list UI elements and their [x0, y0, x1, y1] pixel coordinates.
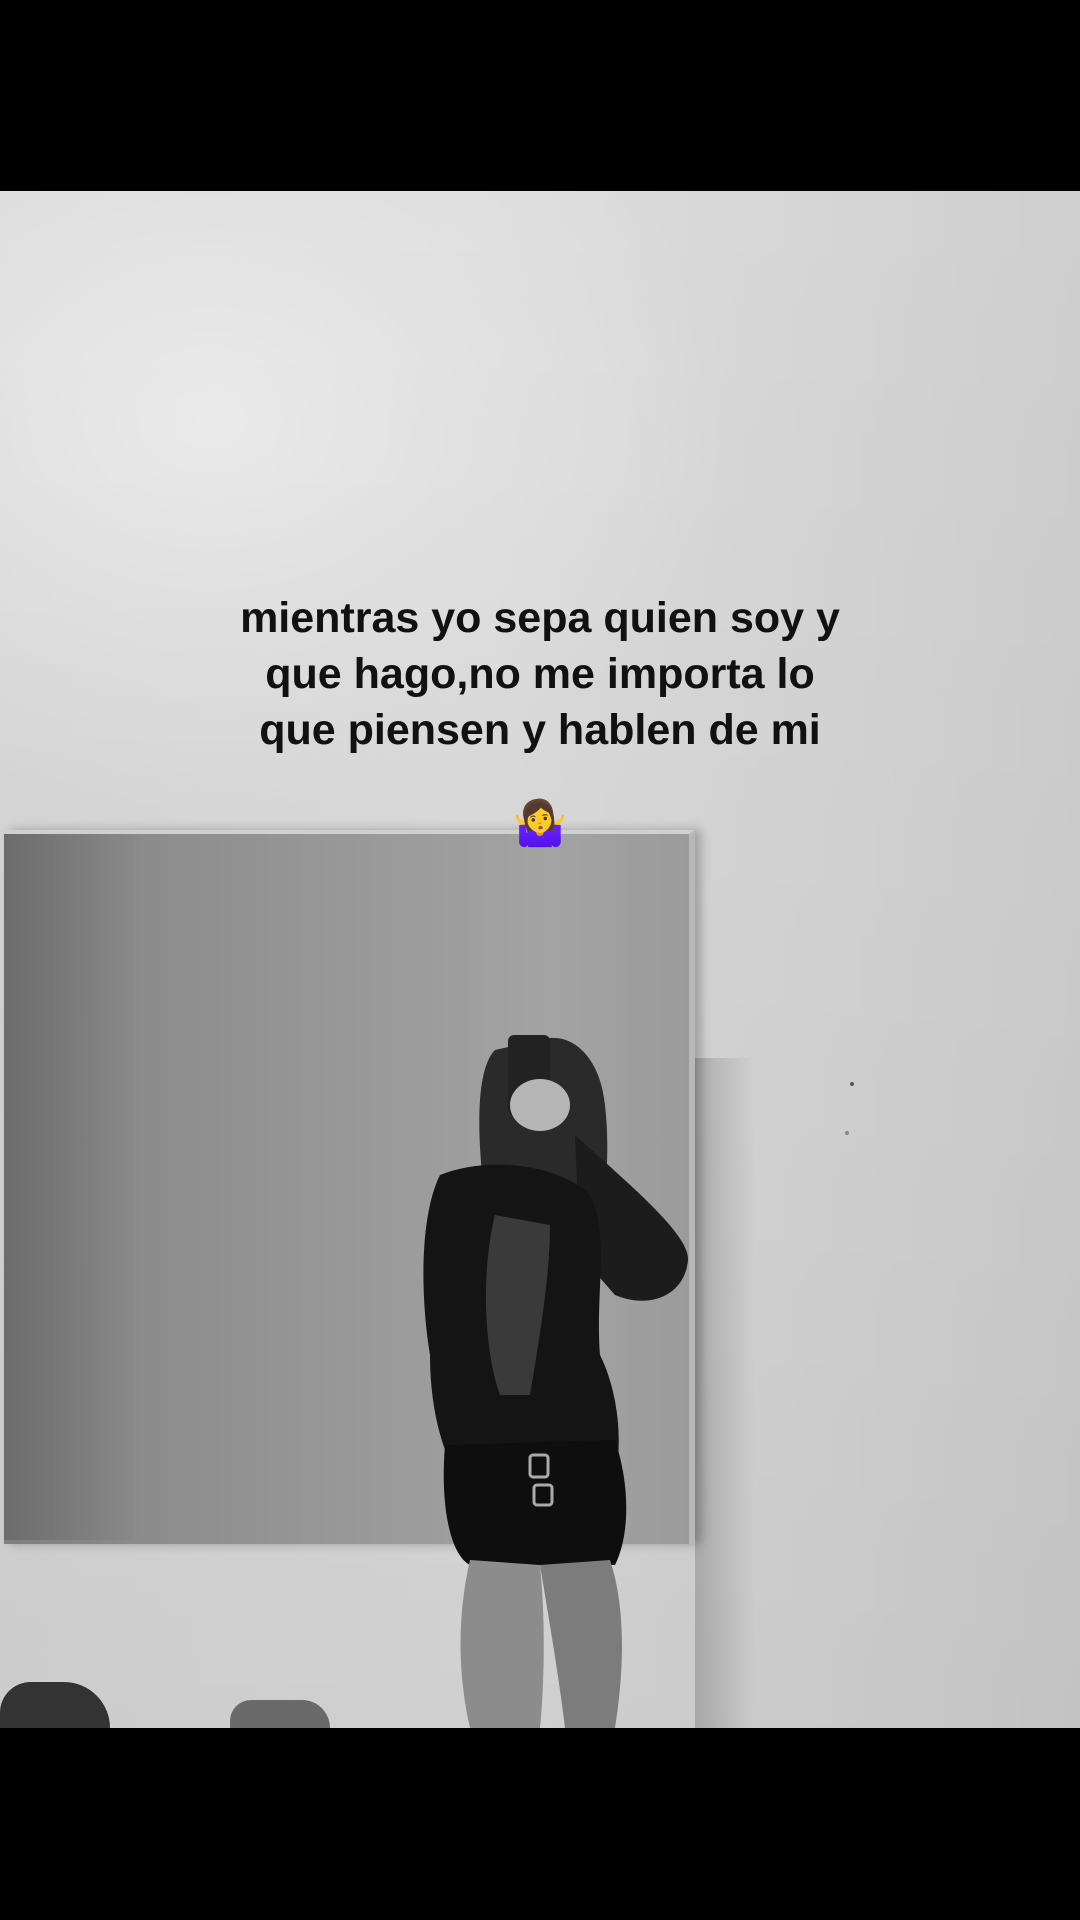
caption-line-3: que piensen y hablen de mi: [259, 706, 821, 754]
woman-shrugging-icon: 🤷‍♀️: [512, 798, 568, 849]
letterbox-bottom: [0, 1728, 1080, 1920]
caption-line-1: mientras yo sepa quien soy y: [240, 594, 840, 642]
mirror-shadow: [4, 834, 144, 1540]
wall-mark: [845, 1131, 849, 1135]
letterbox-top: [0, 0, 1080, 191]
caption-line-2: que hago,no me importa lo: [265, 650, 815, 698]
wall-mark: [850, 1082, 854, 1086]
caption-text: mientras yo sepa quien soy y que hago,no…: [140, 590, 940, 758]
floor-object: [230, 1700, 330, 1728]
person-silhouette: [423, 1035, 689, 1728]
mirror-edge-shadow: [695, 1058, 755, 1728]
